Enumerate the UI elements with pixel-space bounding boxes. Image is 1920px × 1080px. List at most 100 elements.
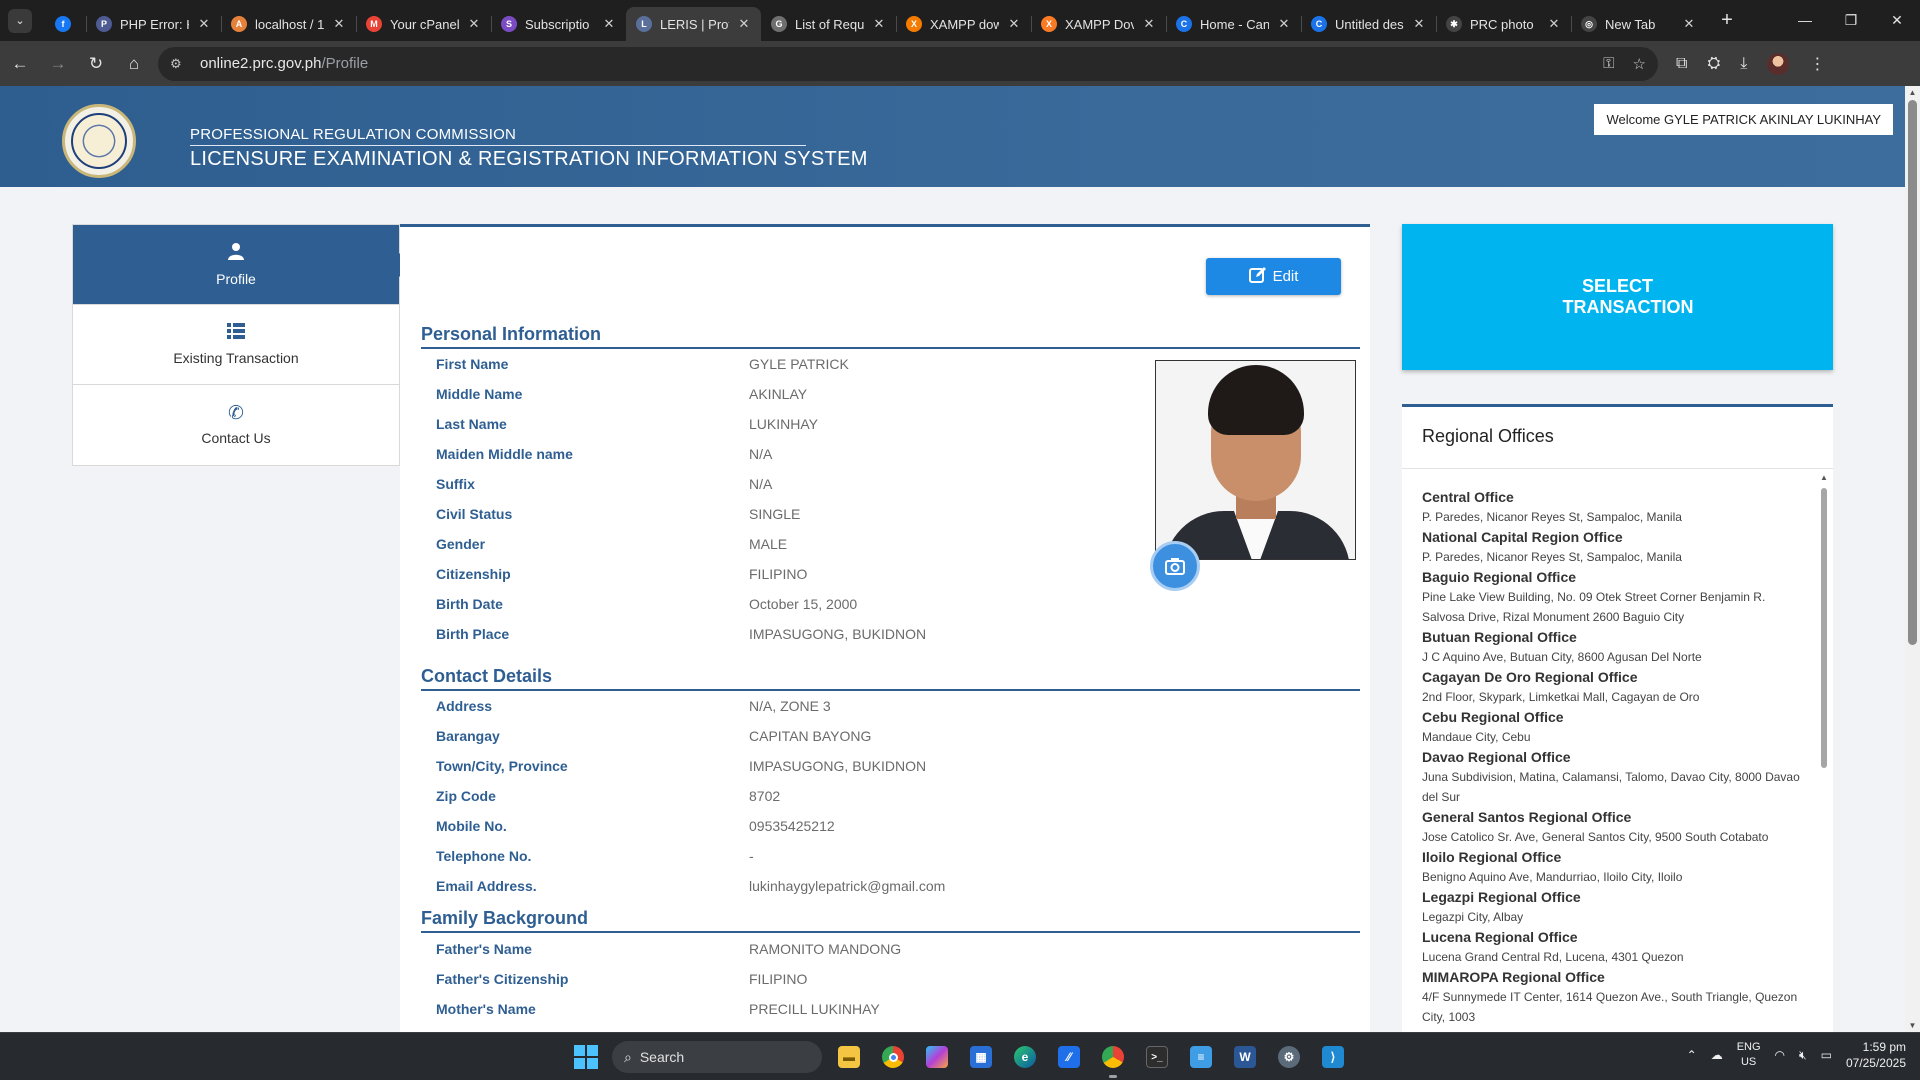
edit-button[interactable]: Edit xyxy=(1206,258,1341,295)
address-bar[interactable]: ⚙ online2.prc.gov.ph/Profile ⚿ ☆ xyxy=(158,46,1658,81)
clock-time: 1:59 pm xyxy=(1862,1040,1906,1054)
tab-close-icon[interactable]: ✕ xyxy=(332,16,346,32)
download-icon[interactable]: ⤓ xyxy=(1740,55,1747,73)
battery-icon[interactable]: ▭ xyxy=(1821,1048,1832,1062)
language-indicator[interactable]: ENG US xyxy=(1737,1040,1761,1070)
page-scroll-down-icon[interactable]: ▼ xyxy=(1905,1021,1920,1030)
office-name: Butuan Regional Office xyxy=(1422,629,1577,645)
edit-icon xyxy=(1248,266,1267,288)
select-transaction-label: SELECT TRANSACTION xyxy=(1562,276,1694,317)
home-button[interactable]: ⌂ xyxy=(116,46,152,82)
microsoft-store-icon[interactable]: ▦ xyxy=(964,1041,998,1073)
browser-tab[interactable]: C Untitled des ✕ xyxy=(1301,7,1436,41)
browser-tab[interactable]: X XAMPP Dov ✕ xyxy=(1031,7,1166,41)
wifi-icon[interactable]: ◠ xyxy=(1775,1048,1785,1062)
browser-tab[interactable]: ✱ PRC photo ✕ xyxy=(1436,7,1571,41)
browser-tab[interactable]: X XAMPP dow ✕ xyxy=(896,7,1031,41)
tab-close-icon[interactable]: ✕ xyxy=(467,16,481,32)
tab-close-icon[interactable]: ✕ xyxy=(1682,16,1696,32)
office-address: P. Paredes, Nicanor Reyes St, Sampaloc, … xyxy=(1422,510,1682,524)
header-divider xyxy=(190,145,806,146)
close-window-button[interactable]: ✕ xyxy=(1874,12,1920,29)
nav-existing-transaction[interactable]: Existing Transaction xyxy=(73,305,399,385)
field-label: Maiden Middle name xyxy=(436,446,573,462)
volume-muted-icon[interactable]: 🔇︎ xyxy=(1799,1048,1807,1063)
tab-close-icon[interactable]: ✕ xyxy=(1007,16,1021,32)
office-name: Lucena Regional Office xyxy=(1422,929,1578,945)
restore-button[interactable]: ❐ xyxy=(1828,12,1874,29)
search-icon: ⌕ xyxy=(624,1048,632,1065)
office-address: J C Aquino Ave, Butuan City, 8600 Agusan… xyxy=(1422,650,1702,664)
chrome-profile-icon[interactable] xyxy=(1096,1041,1130,1078)
incognito-icon[interactable]: ⛭ xyxy=(1707,55,1720,73)
file-explorer-icon[interactable]: ▬ xyxy=(832,1041,866,1073)
windows-start-icon[interactable] xyxy=(570,1041,602,1073)
page-scroll-thumb[interactable] xyxy=(1908,100,1917,645)
browser-tab[interactable]: L LERIS | Profi ✕ xyxy=(626,7,761,41)
regional-scroll-thumb[interactable] xyxy=(1821,488,1827,768)
phone-icon: ✆ xyxy=(228,403,244,424)
clock[interactable]: 1:59 pm 07/25/2025 xyxy=(1846,1039,1906,1071)
tab-close-icon[interactable]: ✕ xyxy=(737,16,751,32)
password-key-icon[interactable]: ⚿ xyxy=(1603,55,1614,73)
bookmark-star-icon[interactable]: ☆ xyxy=(1633,55,1646,73)
tab-close-icon[interactable]: ✕ xyxy=(602,16,616,32)
browser-tab[interactable]: f xyxy=(40,7,86,41)
select-transaction-button[interactable]: SELECT TRANSACTION xyxy=(1402,224,1833,370)
office-name: Cagayan De Oro Regional Office xyxy=(1422,669,1638,685)
browser-tab[interactable]: S Subscriptio ✕ xyxy=(491,7,626,41)
tab-title: Subscriptio xyxy=(525,16,590,32)
nav-profile[interactable]: Profile xyxy=(73,225,411,305)
tab-close-icon[interactable]: ✕ xyxy=(197,16,211,32)
browser-tab[interactable]: C Home - Can ✕ xyxy=(1166,7,1301,41)
office-address: P. Paredes, Nicanor Reyes St, Sampaloc, … xyxy=(1422,550,1682,564)
browser-tab[interactable]: G List of Requ ✕ xyxy=(761,7,896,41)
personal-info-heading: Personal Information xyxy=(421,324,1360,349)
onedrive-icon[interactable]: ☁ xyxy=(1711,1048,1723,1062)
tabs-container: f P PHP Error: H ✕ Alocalhost / 1 ✕ M Your cPan… xyxy=(40,0,1706,41)
field-value: CAPITAN BAYONG xyxy=(749,728,872,744)
back-button[interactable]: ← xyxy=(2,46,38,82)
new-tab-button[interactable]: + xyxy=(1710,9,1744,32)
taskbar-search[interactable]: ⌕ Search xyxy=(612,1041,822,1073)
field-label: Last Name xyxy=(436,416,507,432)
settings-icon[interactable]: ⚙ xyxy=(1272,1041,1306,1073)
tab-close-icon[interactable]: ✕ xyxy=(1412,16,1426,32)
tray-chevron-up-icon[interactable]: ⌃ xyxy=(1687,1048,1697,1062)
tab-close-icon[interactable]: ✕ xyxy=(1277,16,1291,32)
office-address: Legazpi City, Albay xyxy=(1422,910,1524,924)
scroll-up-arrow-icon[interactable]: ▲ xyxy=(1819,473,1829,482)
browser-tab[interactable]: ◎ New Tab ✕ xyxy=(1571,7,1706,41)
copilot-icon[interactable] xyxy=(920,1041,954,1073)
regional-scrollbar[interactable]: ▲ xyxy=(1819,473,1829,1032)
word-icon[interactable]: W xyxy=(1228,1041,1262,1073)
terminal-icon[interactable]: >_ xyxy=(1140,1041,1174,1073)
profile-avatar-icon[interactable] xyxy=(1767,52,1790,75)
tab-close-icon[interactable]: ✕ xyxy=(872,16,886,32)
nav-contact-us[interactable]: ✆ Contact Us xyxy=(73,385,399,465)
tab-title: New Tab xyxy=(1605,16,1656,32)
extensions-icon[interactable]: ⧉ xyxy=(1676,55,1687,73)
tab-search-button[interactable]: ⌄ xyxy=(8,8,32,33)
browser-tab[interactable]: P PHP Error: H ✕ xyxy=(86,7,221,41)
minimize-button[interactable]: — xyxy=(1782,12,1828,29)
vscode-icon[interactable]: ⟩ xyxy=(1316,1041,1350,1073)
menu-kebab-icon[interactable]: ⋮ xyxy=(1809,54,1825,74)
chrome-icon[interactable] xyxy=(876,1041,910,1073)
forward-button[interactable]: → xyxy=(40,46,76,82)
edge-icon[interactable]: e xyxy=(1008,1041,1042,1073)
browser-tab[interactable]: Alocalhost / 1 ✕ xyxy=(221,7,356,41)
tab-close-icon[interactable]: ✕ xyxy=(1142,16,1156,32)
site-info-icon[interactable]: ⚙ xyxy=(170,56,188,72)
page-scrollbar[interactable]: ▲ ▼ xyxy=(1905,86,1920,1032)
welcome-user-button[interactable]: Welcome GYLE PATRICK AKINLAY LUKINHAY xyxy=(1594,104,1893,135)
page-scroll-up-icon[interactable]: ▲ xyxy=(1905,88,1920,97)
reload-button[interactable]: ↻ xyxy=(78,46,114,82)
browser-tab[interactable]: M Your cPanel ✕ xyxy=(356,7,491,41)
notepad-icon[interactable]: ≡ xyxy=(1184,1041,1218,1073)
visual-studio-icon[interactable]: ⁄⁄ xyxy=(1052,1041,1086,1073)
change-photo-camera-icon[interactable] xyxy=(1150,541,1200,591)
field-label: Address xyxy=(436,698,493,714)
tab-close-icon[interactable]: ✕ xyxy=(1547,16,1561,32)
field-value: PRECILL LUKINHAY xyxy=(749,1001,880,1017)
